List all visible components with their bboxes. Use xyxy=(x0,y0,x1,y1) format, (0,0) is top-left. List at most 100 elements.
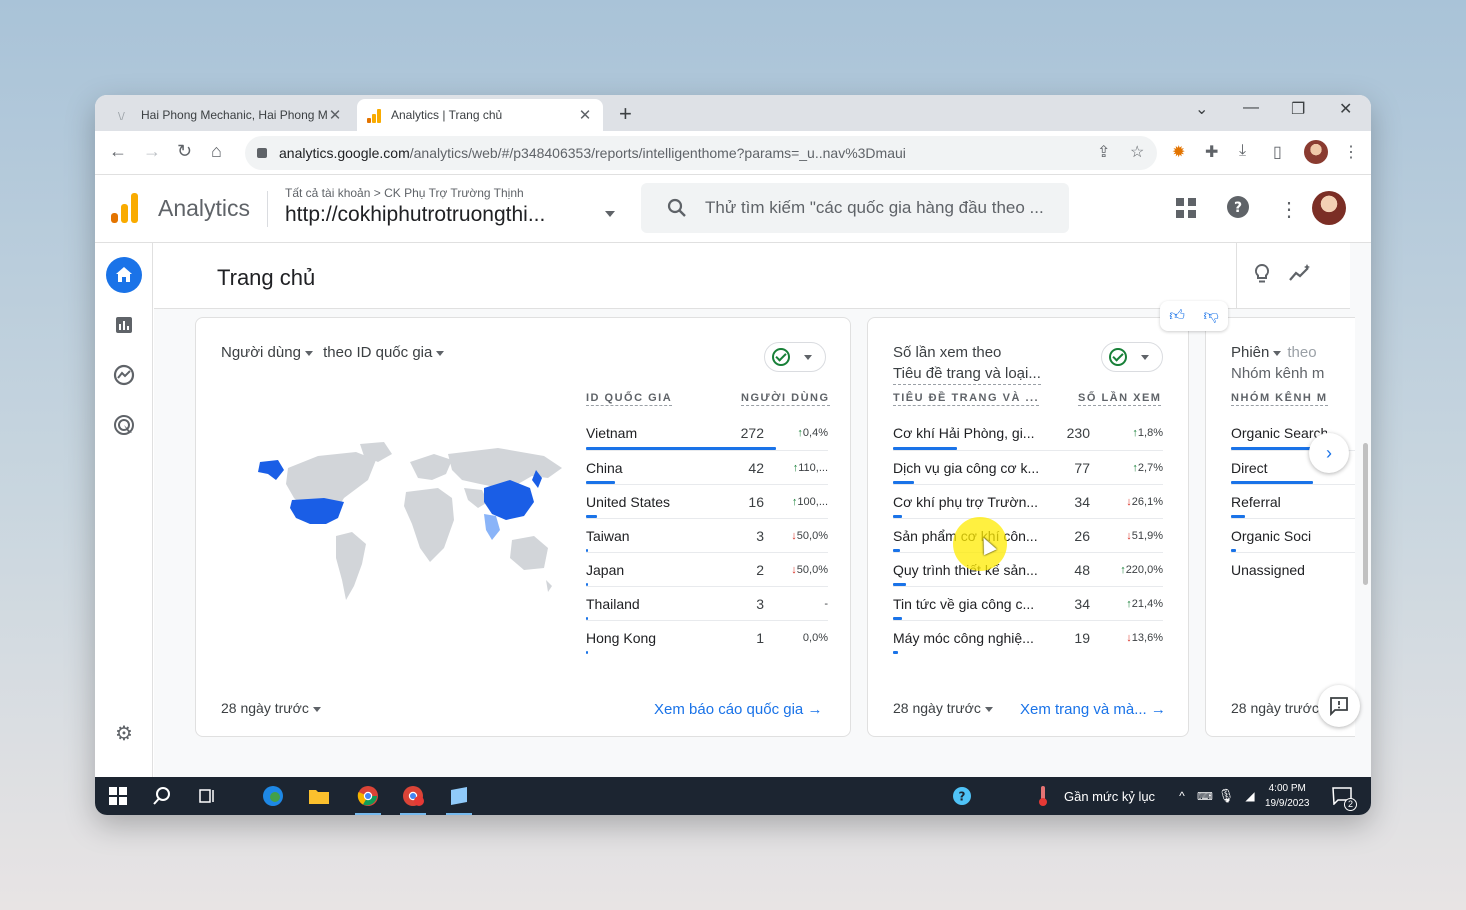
table-row[interactable]: Tin tức về gia công c... 34 ↑21,4% xyxy=(893,586,1163,620)
address-bar[interactable]: analytics.google.com/analytics/web/#/p34… xyxy=(245,136,1157,170)
extension-icon[interactable]: ✹ xyxy=(1172,142,1185,162)
trend-sparkle-icon[interactable] xyxy=(1288,263,1312,289)
nav-explore-icon[interactable] xyxy=(106,357,142,393)
browser-menu-icon[interactable]: ⋮ xyxy=(1343,142,1359,162)
card-status-button[interactable] xyxy=(1101,342,1163,372)
table-row[interactable]: Máy móc công nghiệ... 19 ↓13,6% xyxy=(893,620,1163,654)
send-feedback-button[interactable] xyxy=(1318,685,1360,727)
table-row[interactable]: Cơ khí phụ trợ Trườn... 34 ↓26,1% xyxy=(893,484,1163,518)
row-value: 3 xyxy=(756,596,764,612)
minimize-button[interactable]: — xyxy=(1243,99,1259,117)
file-explorer-icon[interactable] xyxy=(307,785,331,807)
table-row[interactable]: Unassigned xyxy=(1231,552,1355,586)
table-row[interactable]: Japan 2 ↓50,0% xyxy=(586,552,828,586)
download-icon[interactable]: ⤓ xyxy=(1239,142,1246,160)
table-row[interactable]: Vietnam 272 ↑0,4% xyxy=(586,416,828,450)
date-range-selector[interactable]: 28 ngày trước xyxy=(893,700,999,716)
account-breadcrumb[interactable]: Tất cả tài khoản > CK Phụ Trợ Trường Thị… xyxy=(285,186,524,200)
tab-search-icon[interactable]: ⌄ xyxy=(1195,99,1208,119)
tab-analytics[interactable]: Analytics | Trang chủ ✕ xyxy=(357,99,603,131)
analytics-logo-icon[interactable] xyxy=(111,193,138,223)
card-header[interactable]: Phiên theo Nhóm kênh m xyxy=(1231,342,1324,384)
table-row[interactable]: Taiwan 3 ↓50,0% xyxy=(586,518,828,552)
system-clock[interactable]: 4:00 PM 19/9/2023 xyxy=(1265,781,1310,811)
property-selector[interactable]: http://cokhiphutrotruongthi... xyxy=(285,203,545,227)
table-row[interactable]: Hong Kong 1 0,0% xyxy=(586,620,828,654)
chrome-profile-taskbar-icon[interactable] xyxy=(398,785,428,815)
chevron-down-icon[interactable] xyxy=(605,211,615,217)
table-row[interactable]: Referral xyxy=(1231,484,1355,518)
breadcrumb-all-accounts[interactable]: Tất cả tài khoản xyxy=(285,186,370,200)
next-card-button[interactable]: › xyxy=(1309,433,1349,473)
thumbs-up-icon[interactable]: 👍︎ xyxy=(1169,307,1185,325)
table-row[interactable]: Thailand 3 - xyxy=(586,586,828,620)
back-button[interactable]: ← xyxy=(109,141,127,162)
view-country-report-link[interactable]: Xem báo cáo quốc gia → xyxy=(654,701,822,718)
col-header-views[interactable]: SỐ LẦN XEM xyxy=(1078,392,1162,406)
restore-button[interactable]: ❐ xyxy=(1291,99,1305,119)
card-header[interactable]: Số lần xem theo Tiêu đề trang và loại... xyxy=(893,342,1041,385)
table-row[interactable]: Dịch vụ gia công cơ k... 77 ↑2,7% xyxy=(893,450,1163,484)
apps-grid-icon[interactable] xyxy=(1175,197,1197,225)
browser-toolbar: ← → ↻ ⌂ analytics.google.com/analytics/w… xyxy=(95,131,1371,175)
app-taskbar-icon[interactable] xyxy=(444,785,474,815)
table-row[interactable]: Sản phẩm cơ khí côn...26↓51,9% xyxy=(893,518,1163,552)
edge-browser-icon[interactable] xyxy=(261,785,285,807)
side-panel-icon[interactable]: ▯ xyxy=(1273,142,1282,162)
table-row[interactable]: United States 16 ↑100,... xyxy=(586,484,828,518)
thumbs-down-icon[interactable]: 👎︎ xyxy=(1203,307,1218,325)
table-row[interactable]: China 42 ↑110,... xyxy=(586,450,828,484)
forward-button[interactable]: → xyxy=(143,141,161,162)
help-tray-icon[interactable]: ? xyxy=(950,785,974,807)
nav-admin-gear-icon[interactable]: ⚙ xyxy=(106,715,142,751)
language-icon[interactable]: ⌨ xyxy=(1196,785,1214,807)
help-icon[interactable]: ? xyxy=(1226,195,1250,225)
close-tab-icon[interactable]: ✕ xyxy=(327,106,343,124)
dimension-selector[interactable]: theo ID quốc gia xyxy=(323,344,450,361)
world-map[interactable] xyxy=(248,440,570,626)
bookmark-star-icon[interactable]: ☆ xyxy=(1130,142,1144,162)
col-header-country[interactable]: ID QUỐC GIA xyxy=(586,392,673,406)
col-header-users[interactable]: NGƯỜI DÙNG xyxy=(741,392,830,406)
table-row[interactable]: Quy trình thiết kế sản... 48 ↑220,0% xyxy=(893,552,1163,586)
profile-avatar[interactable] xyxy=(1304,140,1328,164)
windows-start-icon[interactable] xyxy=(107,785,129,807)
task-view-icon[interactable] xyxy=(196,785,218,807)
insights-lightbulb-icon[interactable] xyxy=(1253,263,1271,291)
date-range-selector[interactable]: 28 ngày trước xyxy=(1231,700,1319,716)
reload-button[interactable]: ↻ xyxy=(177,141,192,162)
nav-reports-icon[interactable] xyxy=(106,307,142,343)
table-row[interactable]: Organic Soci xyxy=(1231,518,1355,552)
more-menu-icon[interactable]: ⋮ xyxy=(1279,197,1299,222)
notification-center-icon[interactable]: 2 xyxy=(1331,785,1357,811)
close-tab-icon[interactable]: ✕ xyxy=(577,106,593,124)
microphone-icon[interactable]: 🎙︎ xyxy=(1218,785,1235,807)
network-icon[interactable]: ◢ xyxy=(1241,785,1259,807)
col-header-page-title[interactable]: TIÊU ĐỀ TRANG VÀ ... xyxy=(893,392,1040,406)
row-change-value: 26,1% xyxy=(1131,496,1163,508)
taskbar-search-icon[interactable] xyxy=(151,785,173,807)
check-circle-icon xyxy=(1109,348,1127,366)
table-row[interactable]: Cơ khí Hải Phòng, gi... 230 ↑1,8% xyxy=(893,416,1163,450)
tab-hai-phong-mechanic[interactable]: \/ Hai Phong Mechanic, Hai Phong M ✕ xyxy=(107,99,353,131)
row-label: Organic Soci xyxy=(1231,528,1312,544)
account-avatar[interactable] xyxy=(1312,191,1346,225)
search-input[interactable]: Thử tìm kiếm "các quốc gia hàng đầu theo… xyxy=(641,183,1069,233)
close-window-button[interactable]: ✕ xyxy=(1339,99,1352,119)
view-pages-link[interactable]: Xem trang và mà... → xyxy=(1020,701,1166,718)
vertical-scrollbar[interactable] xyxy=(1363,443,1368,585)
extensions-puzzle-icon[interactable]: ✚ xyxy=(1205,142,1218,162)
date-range-selector[interactable]: 28 ngày trước xyxy=(221,700,327,716)
nav-home-icon[interactable] xyxy=(106,257,142,293)
new-tab-button[interactable]: + xyxy=(619,101,632,127)
weather-status[interactable]: Gần mức kỷ lục xyxy=(1064,789,1155,804)
chrome-taskbar-icon[interactable] xyxy=(353,785,383,815)
home-button[interactable]: ⌂ xyxy=(211,141,222,162)
col-header-channel[interactable]: NHÓM KÊNH M xyxy=(1231,392,1328,406)
nav-advertising-icon[interactable] xyxy=(106,407,142,443)
breadcrumb-account[interactable]: CK Phụ Trợ Trường Thịnh xyxy=(384,186,524,200)
metric-selector[interactable]: Người dùng xyxy=(221,344,319,361)
card-status-button[interactable] xyxy=(764,342,826,372)
share-icon[interactable]: ⇪ xyxy=(1097,142,1110,162)
chevron-up-icon[interactable]: ^ xyxy=(1175,785,1189,807)
